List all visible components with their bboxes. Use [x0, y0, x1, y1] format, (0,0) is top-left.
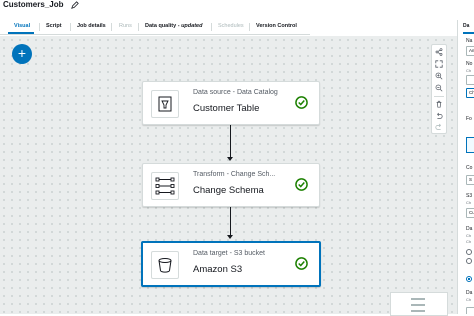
tab-separator — [111, 23, 112, 31]
minimap-node — [411, 304, 425, 306]
panel-format-option[interactable] — [466, 137, 474, 153]
panel-tab-indicator — [463, 32, 474, 34]
add-node-button[interactable]: + — [12, 44, 32, 64]
tab-active-indicator — [8, 32, 34, 34]
panel-label-format: Fo — [466, 116, 472, 122]
arrow-head — [227, 235, 233, 239]
tab-script[interactable]: Script — [46, 23, 62, 29]
tab-runs[interactable]: Runs — [119, 23, 132, 29]
panel-hint: Ch — [466, 297, 472, 302]
node-name: Amazon S3 — [193, 264, 243, 275]
node-name: Customer Table — [193, 103, 260, 114]
panel-label-s3-location: S3 — [466, 193, 473, 199]
panel-hint: Ch — [466, 233, 472, 238]
tab-data-quality-status: updated — [181, 23, 203, 29]
toolbar-divider — [434, 96, 444, 97]
node-data-source[interactable]: Data source - Data Catalog Customer Tabl… — [142, 81, 320, 125]
success-check-icon — [295, 178, 308, 191]
panel-parents-select[interactable] — [466, 75, 474, 85]
edge-source-to-transform — [230, 124, 231, 158]
success-check-icon — [295, 257, 308, 270]
tab-version-control[interactable]: Version Control — [256, 23, 297, 29]
arrow-head — [227, 157, 233, 161]
panel-s3-path-input[interactable]: Cu — [466, 208, 474, 218]
panel-parent-token[interactable]: Ch — [466, 88, 474, 98]
canvas-toolbar — [431, 44, 447, 134]
node-properties-panel: Da Na Am No Ch Ch Fo Co S S3 Ch Cu Da Ch… — [458, 20, 474, 314]
tab-visual[interactable]: Visual — [14, 23, 30, 29]
redo-icon[interactable] — [435, 123, 443, 131]
node-icon-frame — [151, 172, 179, 200]
job-title: Customers_Job — [3, 0, 64, 9]
tab-data-quality[interactable]: Data quality - updated — [145, 23, 202, 29]
panel-hint: Ch — [466, 68, 472, 73]
tab-separator — [211, 23, 212, 31]
tab-separator — [39, 23, 40, 31]
panel-database-select[interactable] — [466, 307, 474, 314]
zoom-in-icon[interactable] — [435, 72, 443, 80]
node-transform[interactable]: Transform - Change Sch... Change Schema — [142, 163, 320, 207]
success-check-icon — [295, 96, 308, 109]
panel-radio-option[interactable] — [466, 258, 472, 264]
canvas-minimap[interactable] — [390, 292, 448, 316]
panel-radio-option-selected[interactable] — [466, 276, 472, 282]
node-icon-frame — [151, 90, 179, 118]
panel-label-node-parents: No — [466, 61, 473, 67]
panel-label-compression: Co — [466, 165, 473, 171]
panel-tab-data-target[interactable]: Da — [463, 23, 469, 29]
change-schema-icon — [155, 177, 175, 195]
panel-label-name: Na — [466, 38, 473, 44]
zoom-out-icon[interactable] — [435, 84, 443, 92]
undo-icon[interactable] — [435, 112, 443, 120]
job-header: Customers_Job — [0, 0, 474, 14]
edit-pencil-icon[interactable] — [71, 1, 79, 9]
s3-bucket-icon — [158, 258, 172, 273]
node-icon-frame — [151, 251, 179, 279]
node-type-label: Transform - Change Sch... — [193, 171, 276, 178]
panel-hint: Ch — [466, 200, 472, 205]
share-icon[interactable] — [435, 48, 443, 56]
node-type-label: Data source - Data Catalog — [193, 89, 278, 96]
panel-name-input[interactable]: Am — [466, 46, 474, 56]
panel-hint: Ch — [466, 239, 472, 244]
tab-separator — [138, 23, 139, 31]
panel-compression-select[interactable]: S — [466, 175, 474, 185]
panel-label-data-catalog: Da — [466, 226, 473, 232]
node-type-label: Data target - S3 bucket — [193, 250, 265, 257]
panel-radio-option[interactable] — [466, 249, 472, 255]
catalog-table-icon — [158, 96, 172, 112]
job-tabs: Visual Script Job details Runs Data qual… — [0, 20, 310, 35]
fit-to-screen-icon[interactable] — [435, 60, 443, 68]
node-data-target[interactable]: Data target - S3 bucket Amazon S3 — [141, 241, 321, 287]
delete-icon[interactable] — [435, 100, 443, 108]
tab-separator — [249, 23, 250, 31]
minimap-node — [411, 298, 425, 300]
tab-job-details[interactable]: Job details — [77, 23, 106, 29]
tab-separator — [70, 23, 71, 31]
node-name: Change Schema — [193, 185, 264, 196]
panel-label-database: Da — [466, 290, 473, 296]
tab-data-quality-label: Data quality - — [145, 23, 182, 29]
edge-transform-to-target — [230, 206, 231, 236]
tab-schedules[interactable]: Schedules — [218, 23, 244, 29]
minimap-node — [411, 310, 425, 312]
